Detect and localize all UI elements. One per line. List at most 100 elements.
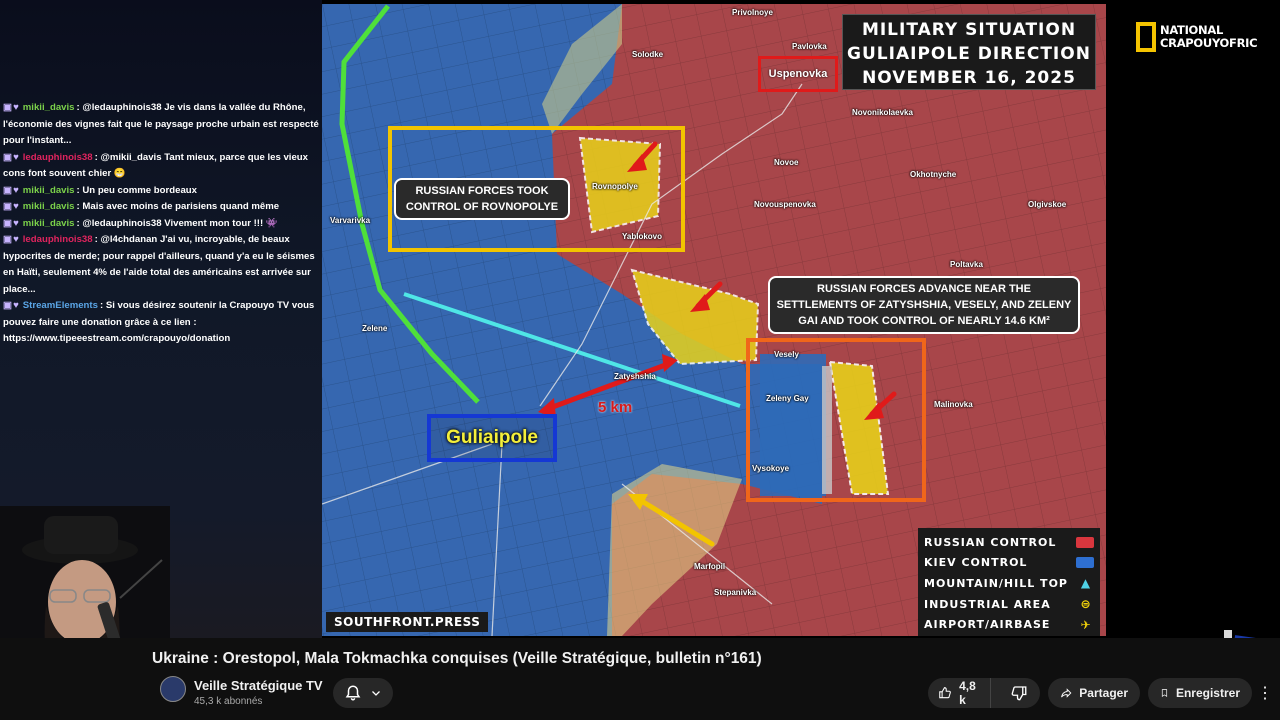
chat-text: : Mais avec moins de parisiens quand mêm… bbox=[76, 201, 280, 212]
legend-label: INDUSTRIAL AREA bbox=[924, 597, 1051, 611]
military-map: MILITARY SITUATION GULIAIPOLE DIRECTION … bbox=[322, 4, 1106, 636]
legend-label: MOUNTAIN/HILL TOP bbox=[924, 576, 1068, 590]
chat-message: ▣♥ mikii_davis: Mais avec moins de parisi… bbox=[3, 199, 319, 216]
channel-watermark: NATIONAL CRAPOUYOFRIC bbox=[1136, 22, 1258, 52]
save-label: Enregistrer bbox=[1175, 686, 1240, 700]
place-label: Novonikolaevka bbox=[852, 108, 913, 117]
subscriber-count: 45,3 k abonnés bbox=[194, 696, 263, 707]
place-label: Novoe bbox=[774, 158, 799, 167]
place-label: Okhotnyche bbox=[910, 170, 957, 179]
chevron-down-icon bbox=[372, 691, 380, 696]
save-button[interactable]: Enregistrer bbox=[1148, 678, 1252, 708]
chat-author[interactable]: ledauphinois38 bbox=[23, 152, 93, 163]
chat-text: : @ledauphinois38 Vivement mon tour !!! … bbox=[76, 217, 278, 229]
place-label: Vysokoye bbox=[752, 464, 790, 473]
chat-message-list: ▣♥ mikii_davis: @ledauphinois38 Je vis da… bbox=[3, 100, 319, 348]
place-label: Varvarivka bbox=[330, 216, 371, 225]
place-label: Solodke bbox=[632, 50, 664, 59]
channel-avatar[interactable] bbox=[160, 676, 186, 702]
uspenovka-label: Uspenovka bbox=[768, 68, 828, 80]
streamer-webcam bbox=[0, 506, 170, 638]
distance-label: 5 km bbox=[598, 399, 633, 416]
like-dislike-group: 4,8 k bbox=[928, 678, 1040, 708]
airplane-icon: ✈ bbox=[1080, 617, 1092, 632]
video-player[interactable]: ▣♥ mikii_davis: @ledauphinois38 Je vis da… bbox=[0, 0, 1280, 638]
share-label: Partager bbox=[1079, 686, 1128, 700]
chat-message: ▣♥ StreamElements: Si vous désirez souten… bbox=[3, 298, 319, 348]
chat-author[interactable]: mikii_davis bbox=[23, 201, 75, 212]
chat-author[interactable]: mikii_davis bbox=[23, 185, 75, 196]
legend-item: AIRPORT/AIRBASE ✈ bbox=[924, 614, 1094, 635]
map-source-brand: SOUTHFRONT.PRESS bbox=[326, 612, 489, 632]
place-label: Zeleny Gay bbox=[766, 394, 809, 403]
place-label: Malinovka bbox=[934, 400, 973, 409]
bookmark-icon bbox=[1161, 689, 1168, 697]
map-title: MILITARY SITUATION GULIAIPOLE DIRECTION … bbox=[842, 14, 1096, 90]
chat-badges-icon: ▣♥ bbox=[3, 201, 20, 212]
chat-text: : Un peu comme bordeaux bbox=[76, 184, 197, 196]
watermark-text: NATIONAL CRAPOUYOFRIC bbox=[1160, 24, 1258, 50]
chat-message: ▣♥ mikii_davis: @ledauphinois38 Je vis da… bbox=[3, 100, 319, 150]
more-options-button[interactable]: ⋮ bbox=[1254, 678, 1276, 708]
video-info-bar: Ukraine : Orestopol, Mala Tokmachka conq… bbox=[0, 638, 1280, 720]
more-vertical-icon: ⋮ bbox=[1257, 685, 1273, 702]
factory-icon: ⊜ bbox=[1080, 597, 1092, 612]
map-title-line-2: GULIAIPOLE DIRECTION bbox=[847, 44, 1091, 64]
callout-advance: RUSSIAN FORCES ADVANCE NEAR THE SETTLEME… bbox=[768, 276, 1080, 334]
mountain-icon: ▲ bbox=[1080, 576, 1092, 591]
place-label: Poltavka bbox=[950, 260, 983, 269]
legend-item: MOUNTAIN/HILL TOP ▲ bbox=[924, 573, 1094, 594]
like-count: 4,8 k bbox=[959, 679, 976, 707]
map-legend: RUSSIAN CONTROL KIEV CONTROL MOUNTAIN/HILL… bbox=[918, 528, 1100, 636]
chat-author[interactable]: mikii_davis bbox=[23, 102, 75, 113]
channel-name[interactable]: Veille Stratégique TV bbox=[194, 678, 323, 693]
chat-message: ▣♥ ledauphinois38: @mikii_davis Tant mieu… bbox=[3, 150, 319, 183]
place-label: Olgivskoe bbox=[1028, 200, 1067, 209]
bell-icon bbox=[345, 685, 361, 701]
chat-badges-icon: ▣♥ bbox=[3, 184, 20, 196]
place-label: Zatyshshia bbox=[614, 372, 656, 381]
like-button[interactable]: 4,8 k bbox=[928, 678, 991, 708]
chat-message: ▣♥ ledauphinois38: @l4chdanan J'ai vu, in… bbox=[3, 232, 319, 298]
share-arrow-icon bbox=[1061, 688, 1072, 698]
chat-badges-icon: ▣♥ bbox=[3, 217, 20, 229]
chat-badges-icon: ▣♥ bbox=[3, 300, 20, 311]
place-label: Zelene bbox=[362, 324, 388, 333]
legend-label: KIEV CONTROL bbox=[924, 556, 1028, 570]
chat-message: ▣♥ mikii_davis: Un peu comme bordeaux bbox=[3, 183, 319, 200]
share-button[interactable]: Partager bbox=[1048, 678, 1140, 708]
legend-item: KIEV CONTROL bbox=[924, 553, 1094, 574]
place-label: Rovnopolye bbox=[592, 182, 638, 191]
chat-author[interactable]: StreamElements bbox=[23, 300, 98, 311]
guliaipole-highlight: Guliaipole bbox=[427, 414, 557, 462]
notification-bell-button[interactable] bbox=[333, 678, 393, 708]
legend-label: RUSSIAN CONTROL bbox=[924, 535, 1057, 549]
chat-badges-icon: ▣♥ bbox=[3, 234, 20, 245]
chat-author[interactable]: mikii_davis bbox=[23, 218, 75, 229]
place-label: Vesely bbox=[774, 350, 799, 359]
watermark-line-2: CRAPOUYOFRIC bbox=[1160, 36, 1258, 50]
place-label: Yablokovo bbox=[622, 232, 663, 241]
chat-badges-icon: ▣♥ bbox=[3, 102, 20, 113]
dislike-button[interactable] bbox=[998, 678, 1040, 708]
place-label: Marfopil bbox=[694, 562, 726, 571]
place-label: Privolnoye bbox=[732, 8, 773, 17]
place-label: Stepanivka bbox=[714, 588, 757, 597]
map-title-line-1: MILITARY SITUATION bbox=[861, 20, 1077, 40]
place-label: Pavlovka bbox=[792, 42, 827, 51]
guliaipole-label: Guliaipole bbox=[446, 427, 538, 448]
callout-rovnopolye: RUSSIAN FORCES TOOK CONTROL OF ROVNOPOLY… bbox=[394, 178, 570, 220]
legend-swatch bbox=[1076, 557, 1094, 569]
thumbs-up-icon bbox=[939, 687, 951, 699]
legend-item: INDUSTRIAL AREA ⊜ bbox=[924, 594, 1094, 615]
chat-author[interactable]: ledauphinois38 bbox=[23, 234, 93, 245]
legend-swatch bbox=[1076, 536, 1094, 548]
uspenovka-highlight: Uspenovka bbox=[758, 56, 838, 92]
yellow-frame-logo-icon bbox=[1136, 22, 1156, 52]
place-label: Novouspenovka bbox=[754, 200, 816, 209]
chat-badges-icon: ▣♥ bbox=[3, 151, 20, 163]
video-title: Ukraine : Orestopol, Mala Tokmachka conq… bbox=[152, 650, 762, 667]
chat-message: ▣♥ mikii_davis: @ledauphinois38 Vivement … bbox=[3, 216, 319, 233]
legend-label: AIRPORT/AIRBASE bbox=[924, 618, 1051, 632]
flag-banner-icon: ✶✶✶ bbox=[1224, 630, 1261, 638]
